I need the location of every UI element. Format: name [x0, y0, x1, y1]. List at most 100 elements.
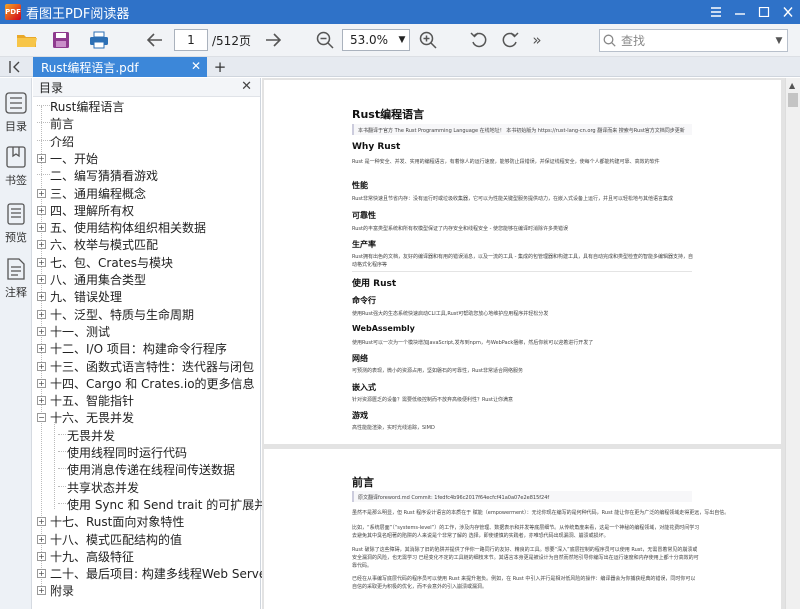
expand-icon[interactable]: +: [37, 551, 46, 561]
expand-icon[interactable]: +: [37, 396, 46, 406]
expand-icon[interactable]: +: [37, 188, 46, 198]
toc-item[interactable]: 二、编写猜猜看游戏: [37, 167, 158, 184]
new-tab-icon[interactable]: +: [211, 57, 229, 77]
expand-icon[interactable]: +: [37, 153, 46, 163]
sidebar-item-preview[interactable]: 预览: [0, 203, 32, 253]
sidebar-item-label: 预览: [5, 231, 27, 244]
scrollbar-thumb[interactable]: [788, 93, 798, 107]
toc-item[interactable]: 前言: [37, 115, 74, 132]
section-heading: Why Rust: [352, 142, 401, 152]
toc-item[interactable]: + 六、枚举与模式匹配: [37, 236, 158, 253]
toc-item[interactable]: Rust编程语言: [37, 98, 124, 115]
maximize-icon[interactable]: [752, 0, 776, 24]
tab-close-icon[interactable]: ✕: [191, 59, 201, 73]
scroll-up-icon[interactable]: ▲: [789, 81, 795, 90]
open-folder-icon[interactable]: [14, 28, 40, 52]
expand-icon[interactable]: +: [37, 205, 46, 215]
close-window-icon[interactable]: [776, 0, 800, 24]
minimize-icon[interactable]: [728, 0, 752, 24]
search-box[interactable]: ▼: [599, 29, 788, 52]
toc-item[interactable]: + 一、开始: [37, 150, 98, 167]
toc-item[interactable]: 介绍: [37, 133, 74, 150]
chevron-down-icon[interactable]: ▼: [395, 35, 409, 45]
print-icon[interactable]: [86, 28, 112, 52]
menu-icon[interactable]: [704, 0, 728, 24]
page-number-input[interactable]: [174, 29, 208, 51]
collapse-icon[interactable]: −: [37, 413, 46, 423]
search-icon: [600, 34, 618, 47]
tab-document[interactable]: Rust编程语言.pdf ✕: [33, 57, 207, 77]
zoom-select[interactable]: 53.0% ▼: [342, 29, 410, 51]
expand-icon[interactable]: +: [37, 309, 46, 319]
tab-bar: Rust编程语言.pdf ✕ +: [0, 57, 800, 77]
toc-subitem[interactable]: 无畏并发: [58, 427, 115, 444]
search-options-chevron-icon[interactable]: ▼: [771, 36, 787, 46]
sidebar-item-toc[interactable]: 目录: [0, 92, 32, 142]
sidebar-item-bookmarks[interactable]: 书签: [0, 146, 32, 196]
vertical-scrollbar[interactable]: ▲: [785, 78, 800, 609]
toc-item-label: 共享状态并发: [67, 480, 140, 495]
toc-subitem[interactable]: 使用消息传递在线程间传送数据: [58, 461, 235, 478]
toc-item[interactable]: + 十一、测试: [37, 323, 110, 340]
save-icon[interactable]: [48, 28, 74, 52]
expand-icon[interactable]: +: [37, 275, 46, 284]
toc-item[interactable]: + 十五、智能指针: [37, 392, 134, 409]
toc-item-label: 无畏并发: [67, 428, 116, 443]
toc-subitem[interactable]: 使用 Sync 和 Send trait 的可扩展并发: [58, 496, 278, 513]
expand-icon[interactable]: +: [37, 361, 46, 371]
toc-item[interactable]: + 附录: [37, 582, 74, 599]
toc-item[interactable]: + 九、错误处理: [37, 288, 122, 305]
paragraph-line: Rust 破除了这些障碍，其消除了旧的陷阱并提供了伴你一路同行的友好、精良的工具…: [352, 547, 698, 553]
toc-item[interactable]: + 十九、高级特征: [37, 548, 134, 565]
toc-item[interactable]: + 十、泛型、特质与生命周期: [37, 306, 194, 323]
next-page-icon[interactable]: [262, 28, 284, 52]
expand-icon[interactable]: +: [37, 534, 46, 544]
toc-item[interactable]: + 五、使用结构体组织相关数据: [37, 219, 206, 236]
toc-title: 目录: [39, 80, 64, 95]
toc-item-label: 介绍: [50, 134, 75, 149]
document-viewport[interactable]: Rust编程语言 本书翻译于官方 The Rust Programming La…: [262, 78, 785, 609]
expand-icon[interactable]: +: [37, 378, 46, 388]
expand-icon[interactable]: +: [37, 223, 46, 233]
sidebar-item-annotations[interactable]: 注释: [0, 258, 32, 308]
toc-item[interactable]: + 七、包、Crates与模块: [37, 254, 173, 271]
rotate-right-icon[interactable]: [499, 28, 521, 52]
toc-item[interactable]: + 十八、模式匹配结构的值: [37, 531, 182, 548]
toc-item[interactable]: − 十六、无畏并发: [37, 409, 134, 426]
toc-item[interactable]: + 八、通用集合类型: [37, 271, 146, 288]
expand-icon[interactable]: +: [37, 326, 46, 336]
toc-item-label: 九、错误处理: [50, 290, 123, 305]
expand-icon[interactable]: +: [37, 517, 46, 527]
expand-icon[interactable]: +: [37, 569, 46, 579]
close-toc-icon[interactable]: ✕: [241, 79, 252, 94]
expand-icon[interactable]: +: [37, 586, 46, 596]
toc-subitem[interactable]: 共享状态并发: [58, 479, 139, 496]
toc-item[interactable]: + 十三、函数式语言特性：迭代器与闭包: [37, 358, 254, 375]
toc-item[interactable]: + 十七、Rust面向对象特性: [37, 513, 184, 530]
paragraph: 动格式化程序等: [352, 262, 388, 268]
expand-icon[interactable]: +: [37, 292, 46, 302]
tab-label: Rust编程语言.pdf: [41, 60, 139, 75]
tree-connector: [37, 167, 50, 176]
collapse-panel-icon[interactable]: [4, 57, 26, 77]
toc-item-label: 十六、无畏并发: [50, 411, 135, 426]
toc-item[interactable]: + 十二、I/O 项目：构建命令行程序: [37, 340, 227, 357]
more-tools-icon[interactable]: »: [528, 28, 546, 52]
zoom-in-icon[interactable]: [417, 28, 439, 52]
rotate-left-icon[interactable]: [468, 28, 490, 52]
zoom-value: 53.0%: [349, 33, 389, 47]
zoom-out-icon[interactable]: [314, 28, 336, 52]
toc-item[interactable]: + 十四、Cargo 和 Crates.io的更多信息: [37, 375, 255, 392]
expand-icon[interactable]: +: [37, 240, 46, 250]
toc-item-label: 十五、智能指针: [50, 394, 135, 409]
toc-subitem[interactable]: 使用线程同时运行代码: [58, 444, 187, 461]
search-input[interactable]: [618, 30, 771, 51]
prev-page-icon[interactable]: [144, 28, 166, 52]
list-icon: [5, 92, 27, 117]
toc-item-label: 二、编写猜猜看游戏: [50, 169, 159, 184]
toc-item[interactable]: + 四、理解所有权: [37, 202, 134, 219]
expand-icon[interactable]: +: [37, 344, 46, 354]
toc-item[interactable]: + 二十、最后项目: 构建多线程Web Server: [37, 565, 271, 582]
expand-icon[interactable]: +: [37, 257, 46, 267]
toc-item[interactable]: + 三、通用编程概念: [37, 185, 146, 202]
